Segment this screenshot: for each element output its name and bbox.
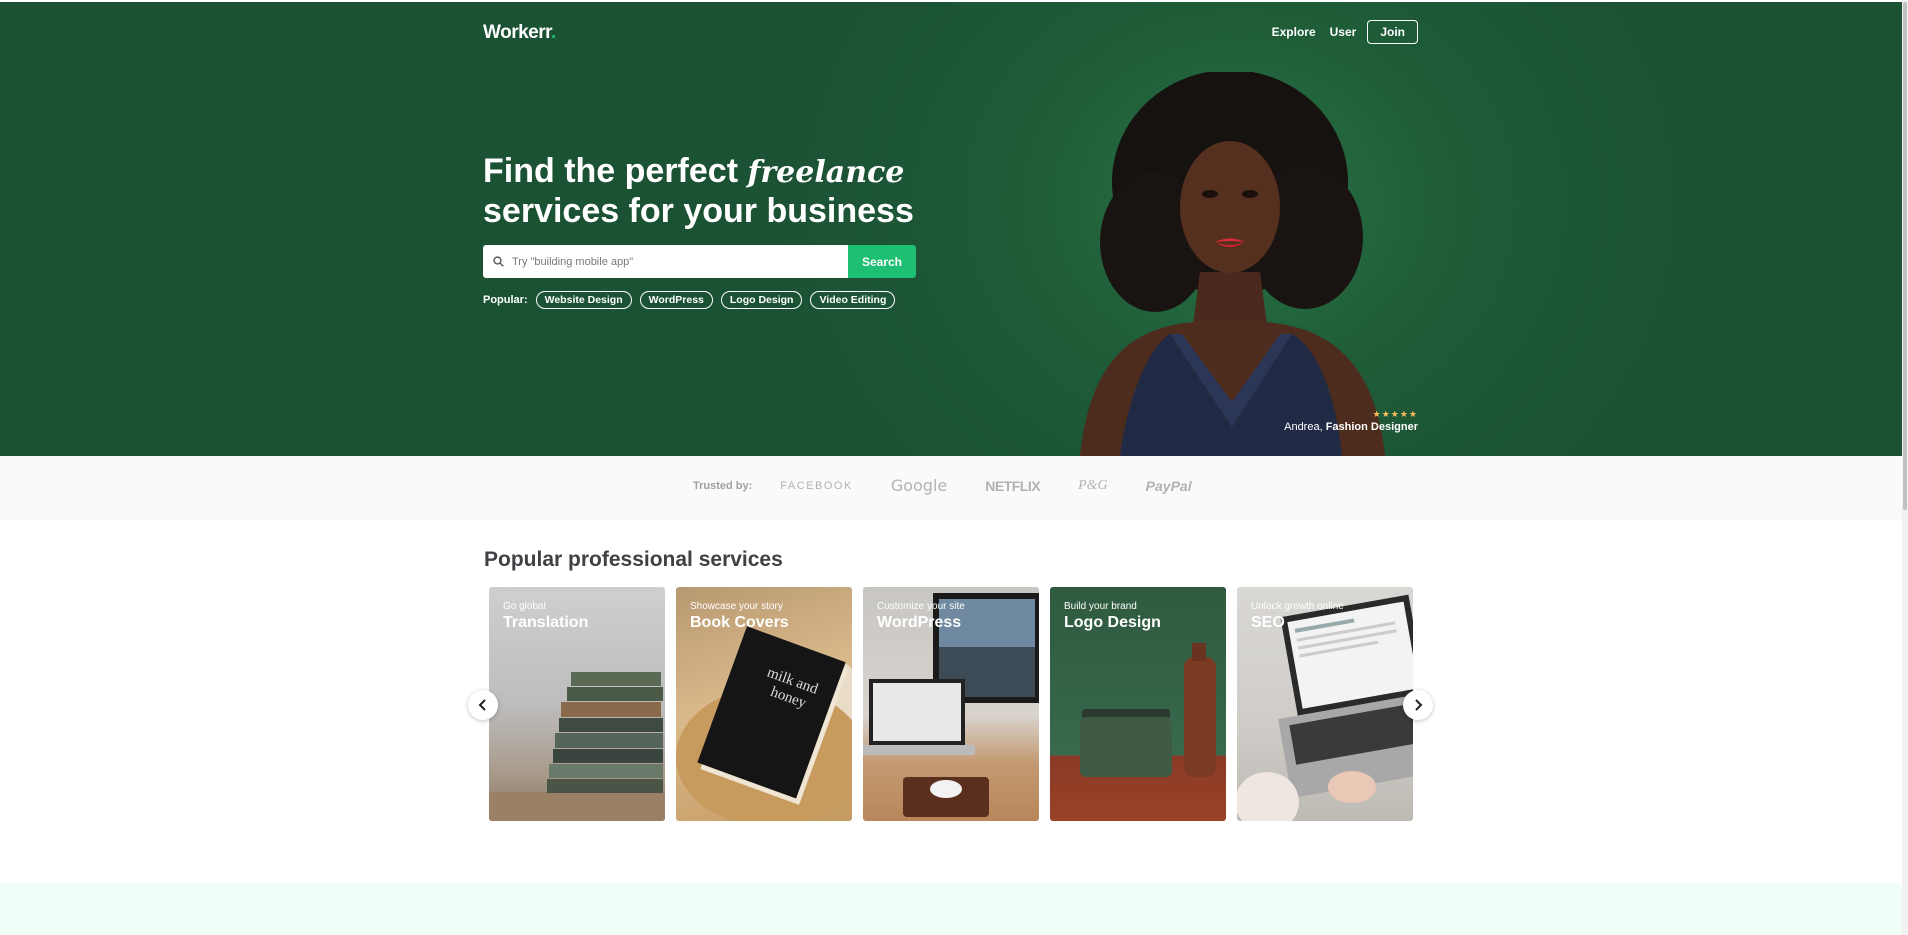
- page-scrollbar[interactable]: [1902, 0, 1908, 935]
- card-subtitle: Unlock growth online: [1251, 601, 1344, 612]
- page: Workerr. Explore User Join Find the perf…: [0, 2, 1902, 935]
- service-card-book-covers[interactable]: milk and honey Showcase your story Book …: [676, 587, 852, 821]
- nav-links: Explore User Join: [1258, 20, 1418, 44]
- search-box[interactable]: [483, 245, 848, 278]
- tag-logo-design[interactable]: Logo Design: [720, 291, 803, 309]
- trusted-row: Trusted by: FACEBOOK Google NETFLIX P&G …: [693, 476, 1230, 495]
- trusted-by-section: Trusted by: FACEBOOK Google NETFLIX P&G …: [0, 456, 1902, 520]
- tag-wordpress[interactable]: WordPress: [639, 291, 713, 309]
- next-section-band: [0, 883, 1902, 935]
- brand-google-logo: Google: [890, 476, 948, 495]
- card-title: Translation: [503, 614, 589, 631]
- hero-portrait-image: [1080, 72, 1385, 456]
- card-subtitle: Showcase your story: [690, 601, 783, 612]
- services-carousel: Go global Translation milk and honey Sho…: [489, 587, 1424, 821]
- search-icon: [493, 256, 504, 267]
- scrollbar-thumb[interactable]: [1903, 2, 1907, 510]
- nav-link-user[interactable]: User: [1330, 25, 1357, 39]
- popular-label: Popular:: [483, 294, 528, 306]
- navbar: Workerr. Explore User Join: [483, 20, 1418, 46]
- service-card-logo-design[interactable]: Build your brand Logo Design: [1050, 587, 1226, 821]
- carousel-prev-button[interactable]: [468, 690, 498, 720]
- card-subtitle: Customize your site: [877, 601, 965, 612]
- card-subtitle: Build your brand: [1064, 601, 1137, 612]
- service-card-translation[interactable]: Go global Translation: [489, 587, 665, 821]
- card-title: Logo Design: [1064, 614, 1161, 631]
- card-title: Book Covers: [690, 614, 789, 631]
- brand-paypal-logo: PayPal: [1145, 477, 1192, 494]
- hero-title-emphasis: freelance: [747, 155, 905, 190]
- brand-facebook-logo: FACEBOOK: [780, 479, 853, 492]
- search-input[interactable]: [512, 255, 832, 268]
- hero-section: Workerr. Explore User Join Find the perf…: [0, 2, 1902, 456]
- logo[interactable]: Workerr.: [483, 22, 556, 44]
- service-card-wordpress[interactable]: Customize your site WordPress: [863, 587, 1039, 821]
- tag-website-design[interactable]: Website Design: [535, 291, 632, 309]
- brand-pg-logo: P&G: [1078, 477, 1108, 493]
- chevron-right-icon: [1415, 699, 1423, 711]
- nav-link-explore[interactable]: Explore: [1272, 25, 1316, 39]
- tag-video-editing[interactable]: Video Editing: [810, 291, 896, 309]
- brand-netflix-logo: NETFLIX: [985, 477, 1041, 494]
- service-card-seo[interactable]: Unlock growth online SEO: [1237, 587, 1413, 821]
- card-title: SEO: [1251, 614, 1285, 631]
- trusted-label: Trusted by:: [693, 479, 753, 492]
- chevron-left-icon: [478, 699, 486, 711]
- carousel-next-button[interactable]: [1403, 690, 1433, 720]
- card-title: WordPress: [877, 614, 962, 631]
- rating-stars: ★★★★★: [1372, 409, 1418, 419]
- hero-credit: Andrea, Fashion Designer: [1284, 421, 1418, 433]
- services-title: Popular professional services: [484, 548, 783, 571]
- card-subtitle: Go global: [503, 601, 546, 612]
- search-button[interactable]: Search: [848, 245, 916, 278]
- search-bar: Search: [483, 245, 916, 278]
- join-button[interactable]: Join: [1367, 20, 1418, 44]
